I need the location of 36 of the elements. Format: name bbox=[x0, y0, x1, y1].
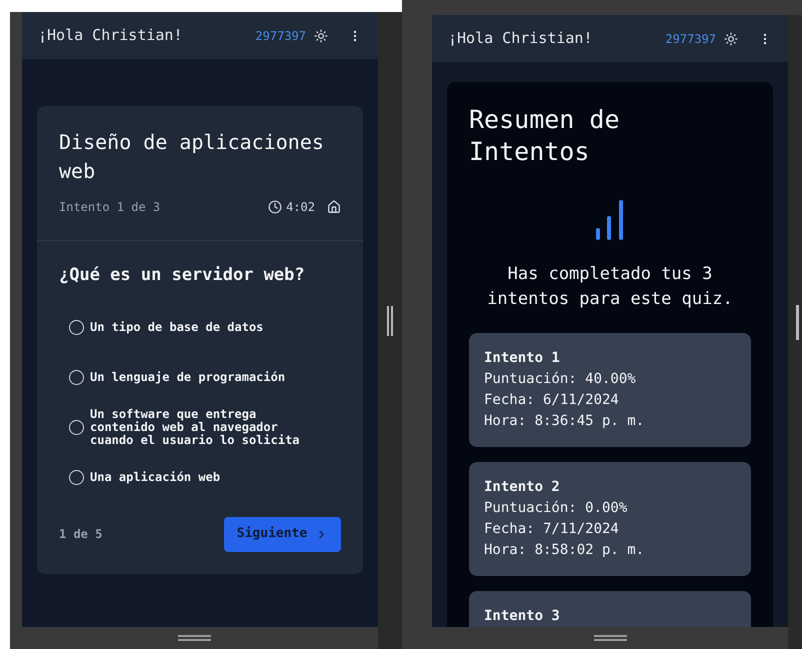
attempt-detail: Hora: 8:36:45 p. m. bbox=[484, 412, 646, 431]
radio-button[interactable] bbox=[69, 470, 84, 485]
radio-button[interactable] bbox=[69, 370, 84, 385]
option-label[interactable]: Un lenguaje de programación bbox=[90, 371, 315, 384]
quiz-title: Diseño de aplicaciones web bbox=[59, 129, 325, 185]
drag-handle-icon[interactable] bbox=[178, 635, 210, 641]
option-label[interactable]: Un software que entrega contenido web al navegador cuando el usuario lo solicita bbox=[90, 408, 315, 447]
attempt-detail: Fecha: 6/11/2024 bbox=[484, 391, 620, 410]
theme-toggle-icon[interactable] bbox=[314, 28, 328, 42]
attempt-detail: Fecha: 7/11/2024 bbox=[484, 520, 620, 539]
user-id: 2977397 bbox=[255, 28, 306, 44]
scrollbar-thumb[interactable] bbox=[796, 305, 799, 340]
attempt-label: Intento 1 de 3 bbox=[59, 199, 162, 216]
attempt-detail: Hora: 8:58:02 p. m. bbox=[484, 541, 646, 560]
radio-button[interactable] bbox=[69, 320, 84, 335]
theme-toggle-icon[interactable] bbox=[724, 32, 738, 46]
drag-handle-icon[interactable] bbox=[594, 635, 626, 642]
clock-icon bbox=[268, 200, 282, 214]
timer: 4:02 bbox=[286, 199, 315, 216]
attempt-title: Intento 1 bbox=[484, 349, 561, 368]
home-icon[interactable] bbox=[327, 200, 341, 214]
radio-button[interactable] bbox=[69, 420, 84, 435]
attempt-detail: Puntuación: 0.00% bbox=[484, 499, 628, 518]
progress-label: 1 de 5 bbox=[59, 526, 102, 543]
greeting: ¡Hola Christian! bbox=[448, 28, 594, 50]
user-id: 2977397 bbox=[665, 30, 716, 48]
splitter-handle-icon[interactable] bbox=[387, 306, 393, 336]
summary-title: Resumen de Intentos bbox=[469, 104, 621, 168]
question-text: ¿Qué es un servidor web? bbox=[59, 264, 306, 287]
attempt-title: Intento 2 bbox=[484, 478, 561, 497]
option-label[interactable]: Una aplicación web bbox=[90, 471, 315, 484]
option-label[interactable]: Un tipo de base de datos bbox=[90, 321, 315, 334]
attempt-detail: Puntuación: 40.00% bbox=[484, 370, 637, 389]
summary-message: Has completado tus 3 intentos para este quiz. bbox=[486, 263, 734, 311]
attempt-title: Intento 3 bbox=[484, 607, 561, 626]
greeting: ¡Hola Christian! bbox=[38, 25, 184, 46]
